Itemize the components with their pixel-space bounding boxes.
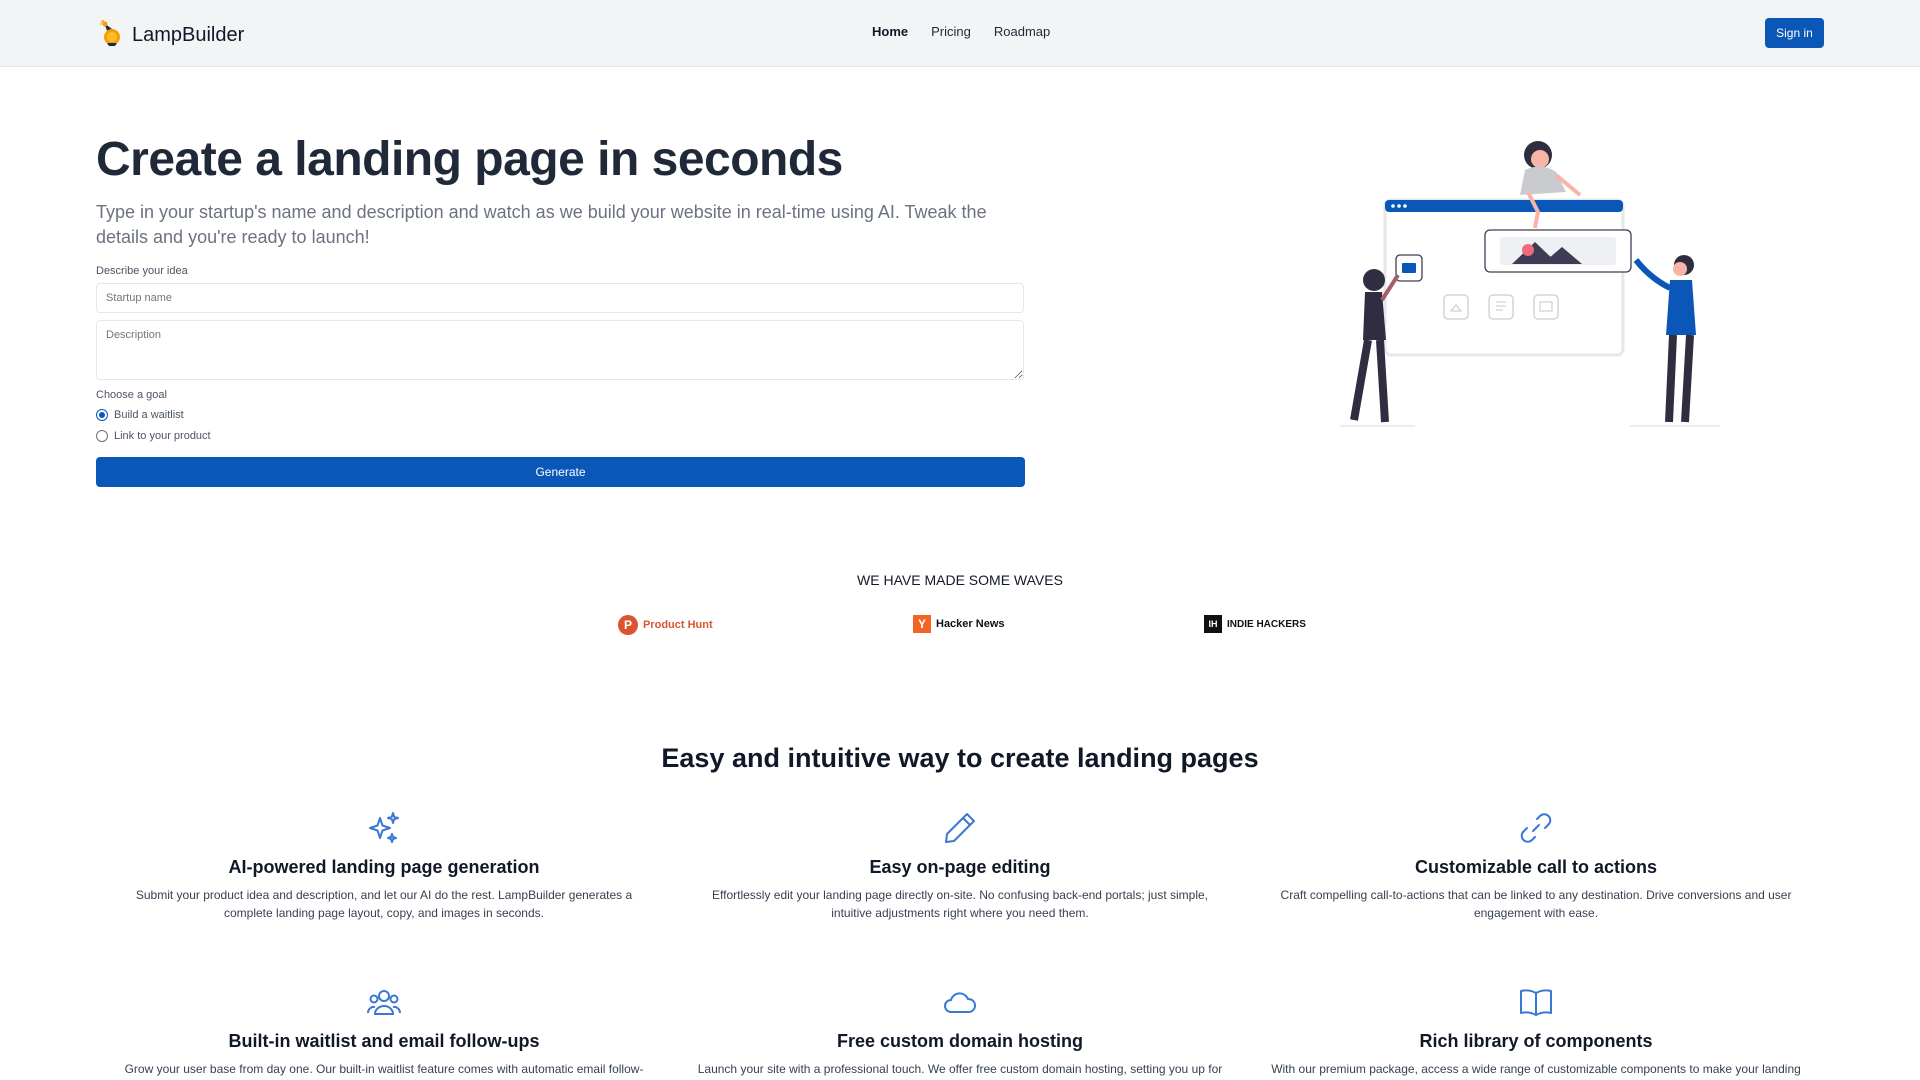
main-nav: Home Pricing Roadmap [872,24,1050,39]
feature-title: Customizable call to actions [1414,857,1658,877]
link-icon [1520,813,1552,843]
hacker-news-icon: Y [913,615,931,633]
goal-option-label: Link to your product [114,430,211,442]
logo-label: INDIE HACKERS [1227,618,1306,630]
feature-card: Free custom domain hosting Launch your s… [690,984,1230,1078]
logo-label: Product Hunt [643,619,713,631]
navbar: LampBuilder Home Pricing Roadmap Sign in [0,0,1920,67]
goal-option-link[interactable]: Link to your product [96,430,211,442]
book-open-icon [1520,989,1552,1016]
hero-illustration [1330,130,1730,435]
waves-title: WE HAVE MADE SOME WAVES [857,572,1063,588]
brand[interactable]: LampBuilder [98,19,244,52]
cloud-icon [944,992,976,1013]
describe-idea-label: Describe your idea [96,265,188,277]
feature-description: With our premium package, access a wide … [1271,1062,1801,1076]
generate-button[interactable]: Generate [96,457,1025,487]
hero-title: Create a landing page in seconds [96,133,843,186]
pencil-icon [945,813,975,843]
goal-option-label: Build a waitlist [114,409,184,421]
nav-pricing-link[interactable]: Pricing [931,24,971,39]
feature-description: Submit your product idea and description… [135,888,633,920]
indie-hackers-logo[interactable]: IH INDIE HACKERS [1204,615,1306,633]
indie-hackers-icon: IH [1204,615,1222,633]
feature-description: Grow your user base from day one. Our bu… [124,1062,644,1076]
brand-name: LampBuilder [132,24,245,46]
feature-card: Easy on-page editing Effortlessly edit y… [690,810,1230,922]
startup-name-input[interactable] [96,283,1024,313]
sign-in-button[interactable]: Sign in [1765,18,1824,48]
feature-title: Free custom domain hosting [836,1031,1084,1051]
hero-subtitle: Type in your startup's name and descript… [96,202,987,247]
users-icon [366,990,402,1015]
feature-title: Easy on-page editing [869,857,1051,877]
hacker-news-logo[interactable]: Y Hacker News [913,615,1005,633]
feature-card: Built-in waitlist and email follow-ups G… [114,984,654,1078]
logo-label: Hacker News [936,618,1005,630]
goal-option-waitlist[interactable]: Build a waitlist [96,409,184,421]
product-hunt-logo[interactable]: P Product Hunt [618,615,713,635]
feature-description: Launch your site with a professional tou… [697,1062,1223,1076]
description-input[interactable] [96,320,1024,380]
product-hunt-icon: P [618,615,638,635]
feature-description: Effortlessly edit your landing page dire… [711,888,1209,920]
sparkles-icon [369,812,399,843]
feature-title: Rich library of components [1419,1031,1653,1051]
feature-card: Customizable call to actions Craft compe… [1266,810,1806,922]
nav-home-link[interactable]: Home [872,24,908,39]
choose-goal-label: Choose a goal [96,389,167,401]
feature-title: Built-in waitlist and email follow-ups [228,1031,540,1051]
waitlist-radio[interactable] [96,409,108,421]
feature-card: AI-powered landing page generation Submi… [114,810,654,922]
link-radio[interactable] [96,430,108,442]
features-title: Easy and intuitive way to create landing… [661,743,1259,773]
feature-title: AI-powered landing page generation [228,857,540,877]
lamp-logo-icon [98,19,124,52]
nav-roadmap-link[interactable]: Roadmap [994,24,1050,39]
feature-description: Craft compelling call-to-actions that ca… [1280,888,1792,920]
feature-card: Rich library of components With our prem… [1266,984,1806,1078]
